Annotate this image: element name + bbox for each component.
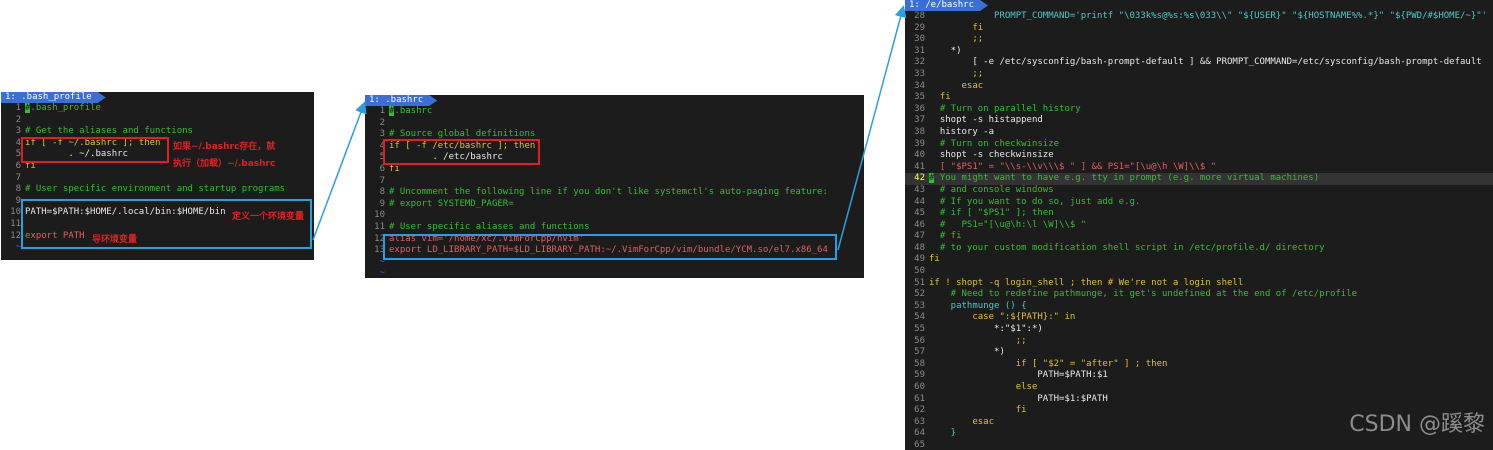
arrow-to-bashrc — [312, 101, 367, 241]
watermark: CSDN @蹊黎 — [1349, 412, 1485, 437]
arrow-to-etc-bashrc — [837, 5, 907, 251]
arrows — [312, 5, 907, 251]
